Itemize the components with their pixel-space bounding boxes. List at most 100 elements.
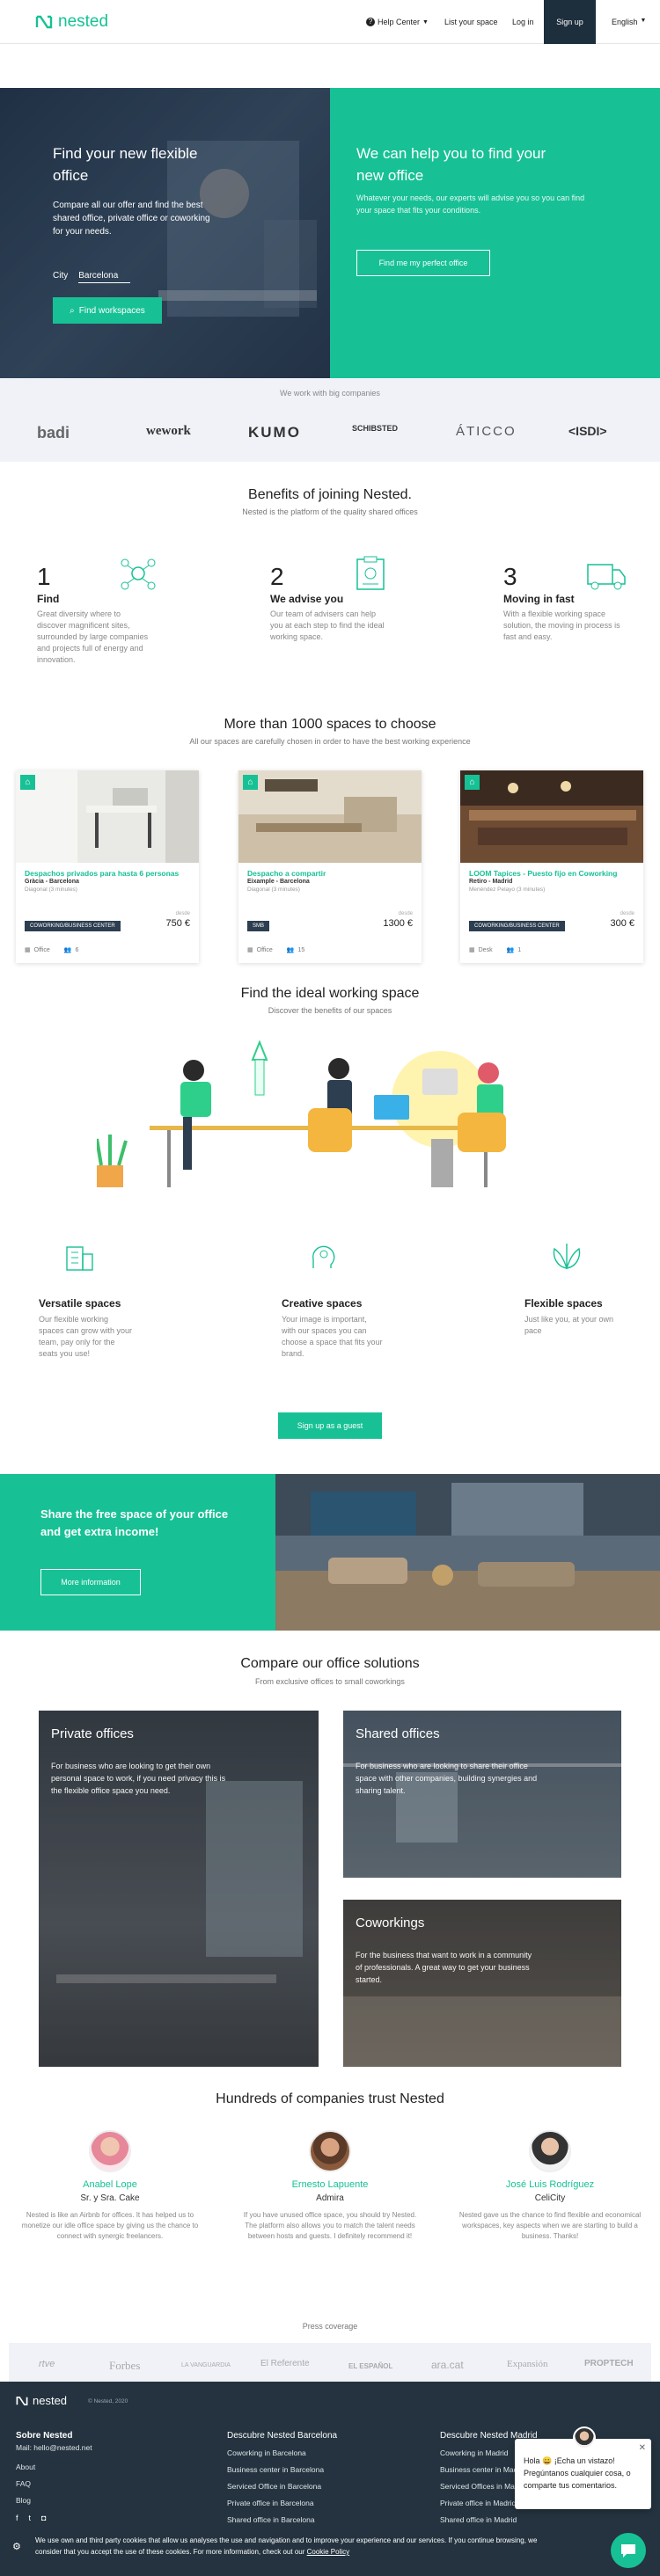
press-logo-elespanol: EL ESPAÑOL [348, 2362, 393, 2370]
hero-search-panel: Find your new flexible office Compare al… [0, 88, 330, 378]
chevron-down-icon: ▼ [640, 18, 647, 24]
price-from: desde [175, 911, 190, 916]
people-icon: 👥 [286, 947, 295, 953]
compare-title: Compare our office solutions [240, 1656, 420, 1671]
twitter-icon[interactable]: t [29, 2514, 32, 2522]
bookmark-icon[interactable]: ⌂ [465, 775, 480, 790]
chat-message-popup[interactable]: ✕ Hola 😀 ¡Echa un vistazo! Pregúntanos c… [515, 2426, 651, 2509]
facebook-icon[interactable]: f [16, 2514, 18, 2522]
press-logo-aracat: ara.cat [431, 2359, 464, 2371]
space-price: 1300 € [383, 918, 413, 929]
footer-link[interactable]: Private office in Barcelona [227, 2499, 337, 2507]
partner-logo-wework: wework [146, 424, 191, 438]
login-link[interactable]: Log in [512, 18, 534, 26]
footer-link-faq[interactable]: FAQ [16, 2479, 92, 2488]
benefit-creative: Creative spaces Your image is important,… [282, 1297, 383, 1360]
team-working-illustration [97, 1040, 506, 1187]
cookie-banner: ⚙ We use own and third party cookies tha… [0, 2526, 660, 2576]
space-type-badge: COWORKING/BUSINESS CENTER [25, 921, 121, 931]
testimonial-text: Nested is like an Airbnb for offices. It… [21, 2211, 199, 2240]
help-center-label: Help Center [378, 18, 421, 26]
step-text: With a flexible working space solution, … [503, 609, 620, 641]
social-links: f t ◘ [16, 2514, 46, 2522]
close-icon[interactable]: ✕ [639, 2442, 646, 2455]
press-logo-lavanguardia: LA VANGUARDIA [181, 2362, 231, 2368]
testimonial: Anabel Lope Sr. y Sra. Cake Nested is li… [18, 2130, 202, 2242]
brand-logo[interactable]: nested [35, 12, 108, 32]
testimonial-company: Sr. y Sra. Cake [80, 2193, 140, 2203]
space-metro: Menéndez Pelayo (3 minutes) [469, 887, 546, 893]
top-navbar: nested ? Help Center ▼ List your space L… [0, 0, 660, 44]
space-card[interactable]: ⌂ Despachos privados para hasta 6 person… [16, 770, 199, 963]
benefit-text: Our flexible working spaces can grow wit… [39, 1315, 133, 1358]
benefit-title: Flexible spaces [524, 1297, 603, 1310]
city-value: Barcelona [78, 271, 131, 283]
city-selector[interactable]: City Barcelona [53, 271, 131, 283]
space-card[interactable]: ⌂ Despacho a compartir Eixample - Barcel… [238, 770, 422, 963]
step-text: Our team of advisers can help you at eac… [270, 609, 385, 641]
footer-mail[interactable]: Mail: hello@nested.net [16, 2443, 92, 2452]
footer-link[interactable]: Business center in Barcelona [227, 2465, 337, 2474]
press-logo-proptech: PROPTECH [584, 2359, 634, 2368]
shared-offices-card[interactable]: Shared offices For business who are look… [343, 1711, 621, 1878]
footer-link-blog[interactable]: Blog [16, 2496, 92, 2505]
benefit-text: Your image is important, with our spaces… [282, 1315, 383, 1358]
partner-logo-schibsted: SCHIBSTED [352, 424, 399, 433]
find-workspaces-label: Find workspaces [78, 305, 145, 316]
spaces-subtitle: All our spaces are carefully chosen in o… [189, 737, 471, 746]
footer-link-about[interactable]: About [16, 2463, 92, 2471]
spaces-title: More than 1000 spaces to choose [224, 717, 436, 732]
space-card[interactable]: ⌂ LOOM Tapices - Puesto fijo en Coworkin… [460, 770, 643, 963]
more-information-button[interactable]: More information [40, 1569, 141, 1595]
find-workspaces-button[interactable]: ⌕ Find workspaces [53, 297, 162, 324]
private-offices-card[interactable]: Private offices For business who are loo… [39, 1711, 319, 2067]
benefit-text: Just like you, at your own pace [524, 1315, 614, 1335]
testimonial: José Luis Rodríguez CeliCity Nested gave… [458, 2130, 642, 2242]
footer-logo[interactable]: nested [16, 2394, 67, 2407]
space-features: ▦ Office 👥 15 [247, 946, 304, 954]
testimonial-text: If you have unused office space, you sho… [243, 2211, 417, 2240]
price-from: desde [398, 911, 413, 916]
nested-logo-icon [16, 2396, 28, 2405]
people-icon: 👥 [63, 947, 72, 953]
ideal-title: Find the ideal working space [240, 986, 420, 1001]
press-logo-expansion: Expansión [507, 2359, 548, 2369]
footer-link[interactable]: Shared office in Madrid [440, 2515, 538, 2524]
footer-link[interactable]: Serviced Office in Barcelona [227, 2482, 337, 2491]
bookmark-icon[interactable]: ⌂ [243, 775, 258, 790]
moving-truck-icon [587, 564, 626, 590]
footer-heading: Sobre Nested [16, 2431, 73, 2441]
signup-button[interactable]: Sign up [544, 0, 596, 44]
find-perfect-office-button[interactable]: Find me my perfect office [356, 250, 490, 276]
hero-right-title: We can help you to find your new office [356, 145, 546, 184]
testimonial-name: Anabel Lope [83, 2179, 137, 2190]
coworkings-card[interactable]: Coworkings For the business that want to… [343, 1900, 621, 2067]
footer-link[interactable]: Coworking in Barcelona [227, 2448, 337, 2457]
space-title: Despacho a compartir [247, 869, 326, 878]
instagram-icon[interactable]: ◘ [41, 2514, 46, 2522]
step-title: Find [37, 593, 60, 605]
compare-subtitle: From exclusive offices to small coworkin… [255, 1677, 405, 1686]
avatar [309, 2130, 351, 2172]
space-location: Retiro - Madrid [469, 879, 513, 885]
step-title: Moving in fast [503, 593, 575, 605]
footer-heading: Descubre Nested Barcelona [227, 2431, 338, 2441]
list-space-link[interactable]: List your space [444, 18, 498, 26]
creative-head-icon [312, 1245, 335, 1268]
chat-launcher-button[interactable] [611, 2533, 646, 2568]
footer-brand: nested [33, 2394, 68, 2407]
benefit-title: Creative spaces [282, 1297, 363, 1310]
space-type-badge: SMB [247, 921, 270, 931]
signup-guest-button[interactable]: Sign up as a guest [278, 1412, 382, 1439]
bookmark-icon[interactable]: ⌂ [20, 775, 35, 790]
cookie-policy-link[interactable]: Cookie Policy [307, 2548, 349, 2556]
space-capacity: 1 [517, 946, 522, 953]
share-title: Share the free space of your office and … [40, 1507, 229, 1538]
footer-link[interactable]: Shared office in Barcelona [227, 2515, 337, 2524]
help-center-menu[interactable]: ? Help Center ▼ [366, 18, 429, 26]
coworking-lounge-photo [275, 1474, 660, 1631]
testimonial-company: Admira [316, 2193, 344, 2203]
step-text: Great diversity where to discover magnif… [37, 609, 149, 664]
space-features: ▦ Office 👥 6 [25, 946, 78, 954]
language-selector[interactable]: English ▼ [612, 18, 646, 26]
